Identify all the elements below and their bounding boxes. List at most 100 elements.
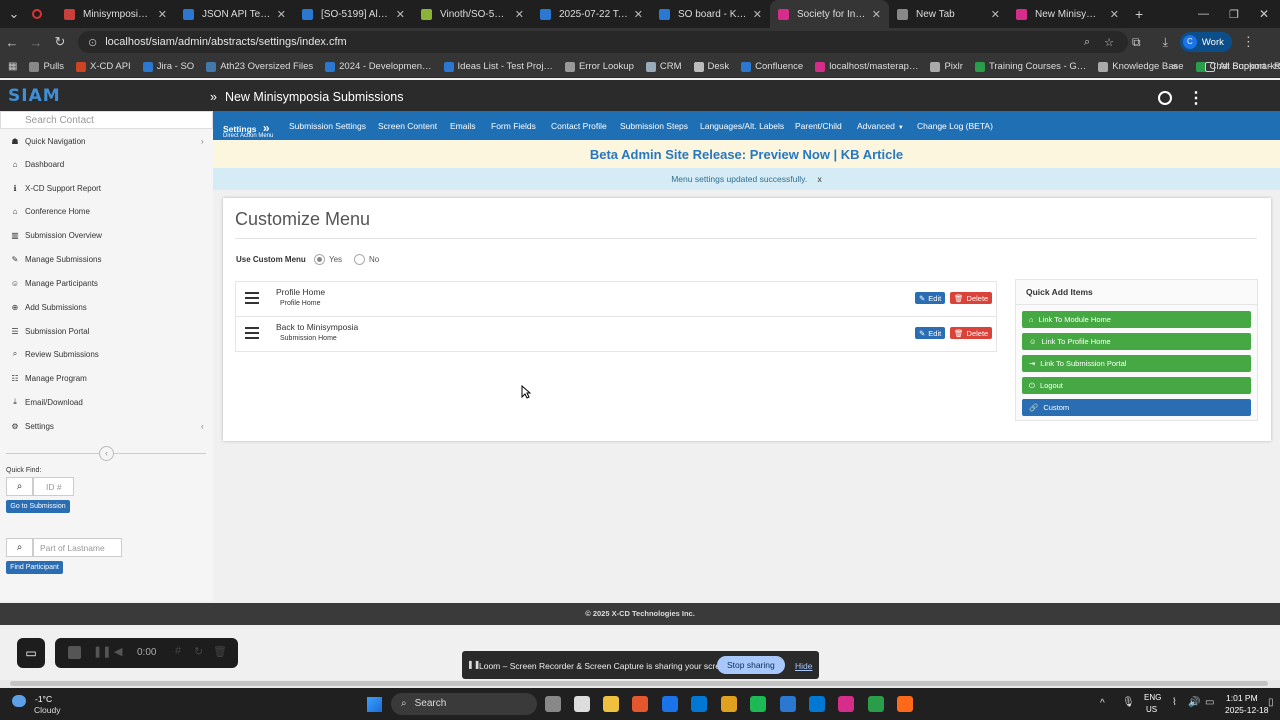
nav-item[interactable]: Parent/Child (795, 121, 842, 131)
profile-button[interactable]: C Work (1179, 32, 1232, 52)
wifi-icon[interactable]: ⌇ (1172, 697, 1177, 708)
delete-button[interactable]: 🗑 Delete (950, 327, 993, 339)
bookmark-link[interactable]: Ideas List - Test Proj… (443, 61, 553, 72)
taskbar-app-icon[interactable] (897, 696, 913, 712)
hide-sharing-link[interactable]: Hide (795, 661, 812, 671)
edit-button[interactable]: ✎ Edit (915, 292, 946, 304)
find-participant-button[interactable]: Find Participant (6, 561, 63, 574)
sidebar-item[interactable]: ☷ Manage Program (0, 367, 213, 389)
sidebar-item[interactable]: ✎ Manage Submissions (0, 248, 213, 270)
mic-icon[interactable]: 🎙 (1122, 697, 1135, 708)
forward-icon[interactable]: → (24, 35, 48, 50)
more-bookmarks-icon[interactable]: » (1172, 61, 1178, 73)
nav-item[interactable]: Advanced ▼ (857, 121, 904, 131)
lastname-input[interactable]: Part of Lastname (33, 538, 122, 557)
maximize-button[interactable]: ❐ (1229, 8, 1239, 21)
back-icon[interactable]: ← (0, 35, 24, 50)
url-input[interactable]: ⊙ localhost/siam/admin/abstracts/setting… (78, 31, 1128, 53)
zoom-icon[interactable]: ⌕ (1084, 36, 1090, 49)
no-radio[interactable]: No (354, 254, 379, 265)
quick-add-button[interactable]: ⇥ Link To Submission Portal (1022, 355, 1251, 372)
browser-menu-icon[interactable]: ⋮ (1242, 34, 1255, 50)
sidebar-item[interactable]: ⌕ Review Submissions (0, 343, 213, 365)
loom-restart-icon[interactable]: ↻ (194, 645, 203, 658)
tab-close-icon[interactable]: ✕ (396, 8, 405, 21)
browser-tab[interactable]: New Tab ✕ (889, 0, 1008, 28)
lastname-search-button[interactable]: ⌕ (6, 538, 33, 557)
bookmark-link[interactable]: Training Courses - G… (974, 61, 1086, 72)
taskbar-app-icon[interactable] (632, 696, 648, 712)
menu-item-row[interactable] (235, 281, 997, 317)
yes-radio[interactable]: Yes (314, 254, 342, 265)
browser-tab[interactable]: JSON API Test | EIAS… ✕ (175, 0, 294, 28)
taskbar-app-icon[interactable] (662, 696, 678, 712)
nav-item[interactable]: Languages/Alt. Labels (700, 121, 784, 131)
loom-trash-icon[interactable]: 🗑 (213, 645, 227, 658)
id-search-button[interactable]: ⌕ (6, 477, 33, 496)
sidebar-item[interactable]: ⚙ Settings ‹ (0, 415, 213, 437)
download-icon[interactable]: ⤓ (1163, 35, 1168, 50)
loom-stop-icon[interactable] (68, 646, 81, 659)
tab-close-icon[interactable]: ✕ (515, 8, 524, 21)
bookmark-link[interactable]: Desk (693, 61, 729, 72)
tab-close-icon[interactable]: ✕ (158, 8, 167, 21)
sidebar-item[interactable]: ☺ Manage Participants (0, 272, 213, 294)
tab-close-icon[interactable]: ✕ (753, 8, 762, 21)
language-code[interactable]: ENG (1144, 693, 1161, 702)
new-tab-button[interactable]: + (1135, 6, 1143, 22)
bookmark-link[interactable]: Pulls (29, 61, 64, 72)
taskbar-app-icon[interactable] (838, 696, 854, 712)
browser-tab[interactable]: 2025-07-22 Team M… ✕ (532, 0, 651, 28)
yes-radio-circle[interactable] (314, 254, 325, 265)
browser-tab[interactable]: [SO-5199] All Client… ✕ (294, 0, 413, 28)
horizontal-scrollbar[interactable] (0, 680, 1280, 688)
edit-button[interactable]: ✎ Edit (915, 327, 946, 339)
taskbar-app-icon[interactable] (691, 696, 707, 712)
taskbar-app-icon[interactable] (809, 696, 825, 712)
nav-item[interactable]: Screen Content (378, 121, 437, 131)
apps-icon[interactable]: ▦ (8, 61, 17, 72)
sidebar-item[interactable]: ⊕ Add Submissions (0, 296, 213, 318)
bookmark-link[interactable]: X-CD API (76, 61, 131, 72)
region-code[interactable]: US (1146, 705, 1157, 714)
id-input[interactable]: ID # (33, 477, 74, 496)
taskbar-app-icon[interactable] (603, 696, 619, 712)
header-menu-icon[interactable]: ⋮ (1188, 88, 1204, 108)
beta-banner[interactable]: Beta Admin Site Release: Preview Now | K… (213, 140, 1280, 168)
clock-date[interactable]: 2025-12-18 (1225, 705, 1268, 715)
tab-close-icon[interactable]: ✕ (872, 8, 881, 21)
bookmark-star-icon[interactable]: ☆ (1104, 36, 1114, 49)
browser-tab[interactable]: Society for Industria… ✕ (770, 0, 889, 28)
minimize-button[interactable]: — (1198, 8, 1209, 20)
sidebar-item[interactable]: ⤓ Email/Download (0, 391, 213, 413)
weather-icon[interactable] (12, 695, 26, 707)
nav-item[interactable]: Change Log (BETA) (917, 121, 993, 131)
browser-tab[interactable]: SO board - Kanban… ✕ (651, 0, 770, 28)
delete-button[interactable]: 🗑 Delete (950, 292, 993, 304)
close-window-button[interactable]: ✕ (1259, 7, 1269, 21)
bookmark-link[interactable]: 2024 - Developmen… (325, 61, 432, 72)
sidebar-item[interactable]: ▥ Submission Overview (0, 224, 213, 246)
drag-handle-icon[interactable] (245, 292, 259, 304)
go-to-submission-button[interactable]: Go to Submission (6, 500, 70, 513)
search-contact-input[interactable]: Search Contact (0, 111, 213, 129)
bookmark-link[interactable]: Ath23 Oversized Files (206, 61, 313, 72)
clock-time[interactable]: 1:01 PM (1226, 693, 1258, 703)
loom-pause-icon[interactable]: ❚❚ (93, 645, 111, 658)
taskbar-app-icon[interactable] (574, 696, 590, 712)
bookmark-link[interactable]: Jira - SO (142, 61, 194, 72)
taskbar-app-icon[interactable] (545, 696, 561, 712)
loom-camera-button[interactable]: ▭ (17, 638, 45, 668)
quick-add-button[interactable]: ☺ Link To Profile Home (1022, 333, 1251, 350)
bookmark-link[interactable]: Error Lookup (564, 61, 634, 72)
browser-tab[interactable]: Minisymposium Up… ✕ (56, 0, 175, 28)
stop-sharing-button[interactable]: Stop sharing (717, 656, 785, 674)
bookmark-link[interactable]: Pixlr (930, 61, 963, 72)
bookmark-link[interactable]: CRM (645, 61, 682, 72)
quick-add-button[interactable]: ⌂ Link To Module Home (1022, 311, 1251, 328)
tab-close-icon[interactable]: ✕ (277, 8, 286, 21)
no-radio-circle[interactable] (354, 254, 365, 265)
quick-add-button[interactable]: ⏻ Logout (1022, 377, 1251, 394)
taskbar-search-input[interactable]: ⌕ Search (391, 693, 537, 715)
taskbar-app-icon[interactable] (868, 696, 884, 712)
